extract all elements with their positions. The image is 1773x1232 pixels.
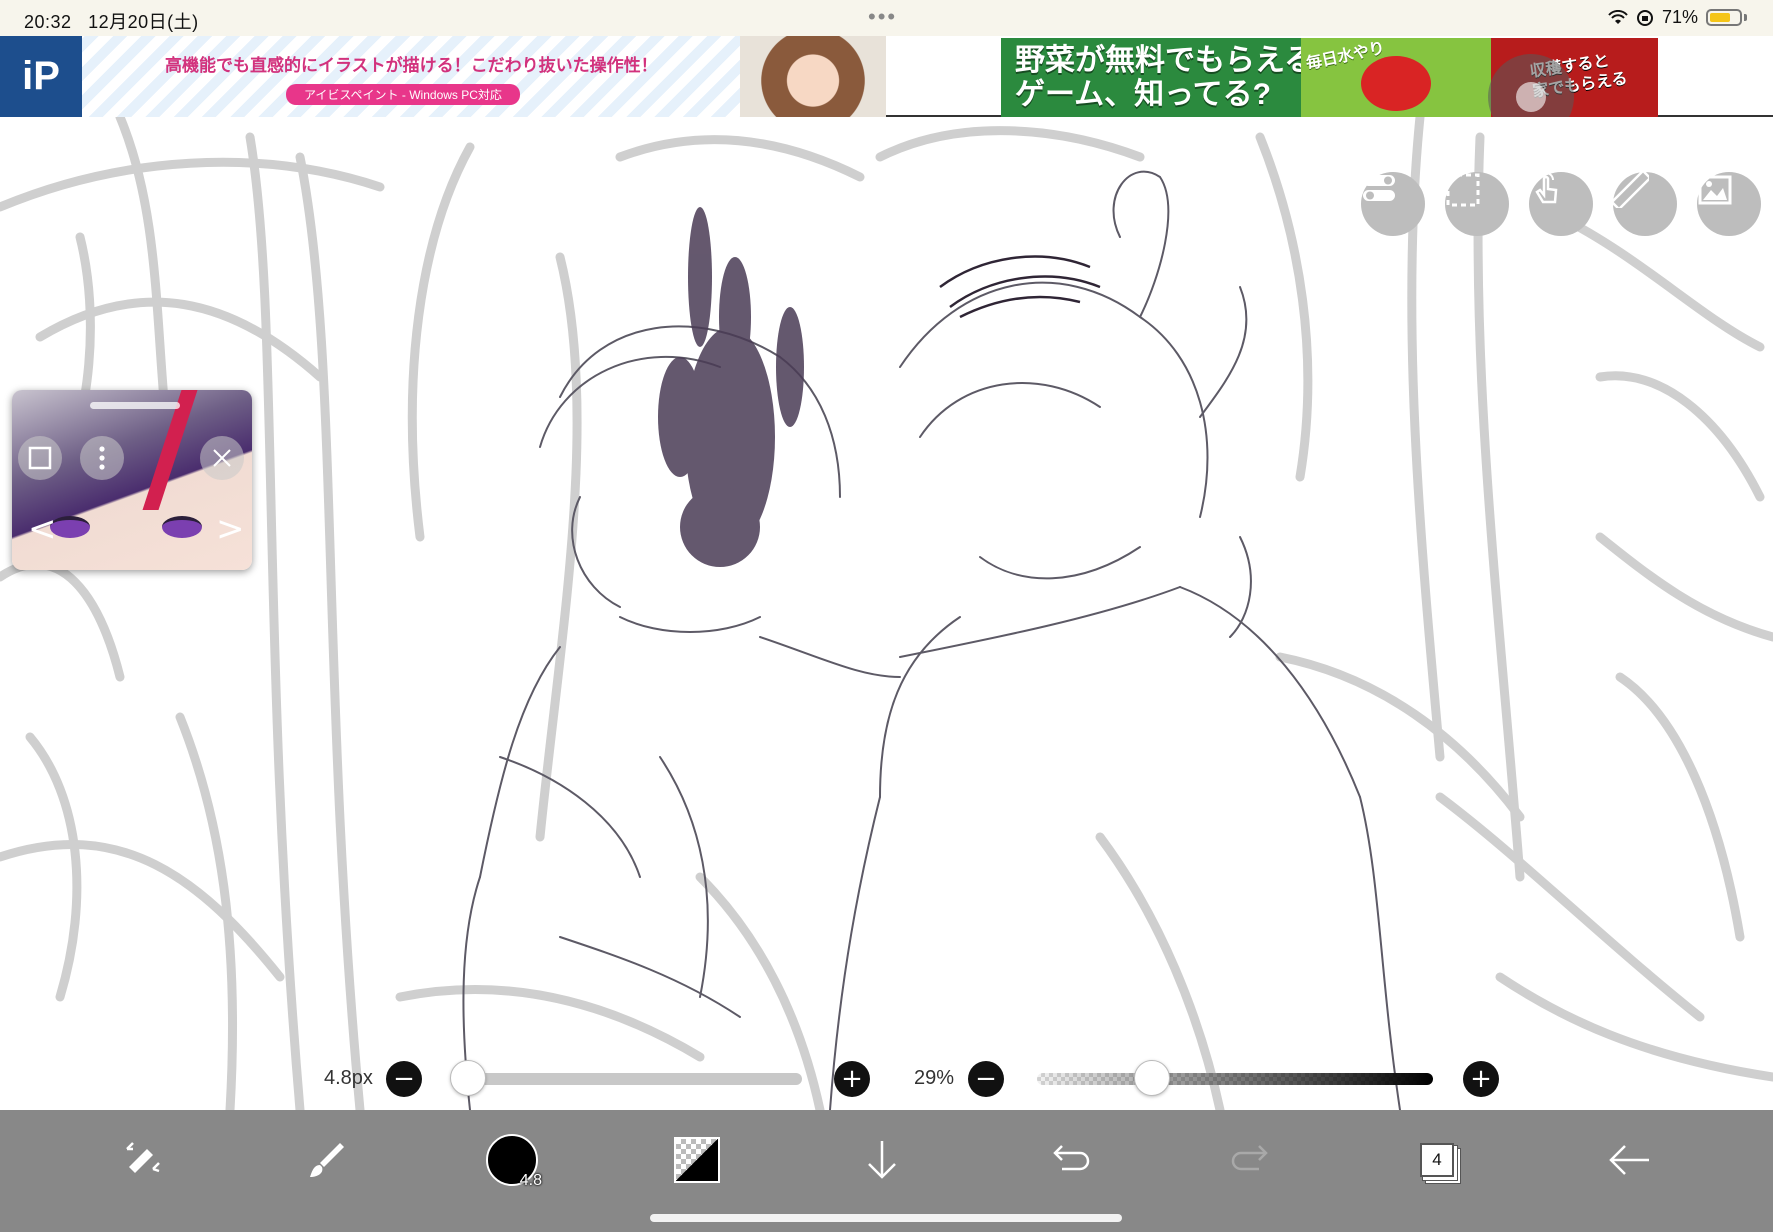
brush-size-slider[interactable] — [468, 1073, 802, 1085]
status-bar: 20:32 12月20日(土) ••• 71% — [0, 0, 1773, 36]
date-text: 12月20日(土) — [88, 12, 199, 32]
download-arrow-icon — [868, 1141, 896, 1179]
rotation-lock-icon — [1636, 9, 1653, 26]
battery-percent: 71% — [1661, 7, 1698, 27]
selection-icon — [1446, 173, 1480, 207]
opacity-label: 29% — [914, 1067, 955, 1089]
color-swatch-button[interactable] — [665, 1128, 729, 1192]
layers-icon: 4 — [1420, 1143, 1454, 1177]
battery-tip — [1744, 14, 1747, 21]
ad-character-image — [740, 36, 886, 117]
undo-button[interactable] — [1035, 1128, 1099, 1192]
toggle-icon — [1363, 175, 1395, 201]
reference-menu-button[interactable] — [80, 436, 124, 480]
redo-icon — [1231, 1145, 1268, 1171]
square-icon — [28, 446, 52, 470]
undo-icon — [1053, 1145, 1090, 1171]
battery-fill — [1710, 13, 1730, 22]
time-text: 20:32 — [24, 12, 72, 32]
reference-right-eye — [162, 516, 202, 538]
opacity-slider-thumb[interactable] — [1134, 1060, 1170, 1096]
reference-prev-button[interactable]: < — [28, 512, 57, 546]
ibis-paint-logo: iP — [0, 36, 82, 117]
minus-icon: − — [393, 1064, 415, 1094]
brush-size-increase-button[interactable]: + — [834, 1061, 870, 1097]
opacity-decrease-button[interactable]: − — [968, 1061, 1004, 1097]
brush-size-label: 4.8px — [324, 1067, 373, 1089]
hand-icon — [1535, 172, 1558, 204]
multitasking-dots[interactable]: ••• — [868, 4, 897, 30]
selection-button[interactable] — [1445, 172, 1509, 236]
layers-button[interactable]: 4 — [1405, 1128, 1469, 1192]
layer-count: 4 — [1432, 1150, 1442, 1169]
ad-ibis-paint[interactable]: iP 高機能でも直感的にイラストが描ける！こだわり抜いた操作性！ アイビスペイン… — [0, 36, 886, 117]
ad-left-subtitle: アイビスペイント - Windows PC対応 — [286, 84, 520, 105]
toggle-button[interactable] — [1361, 172, 1425, 236]
brush-tool-button[interactable] — [295, 1128, 359, 1192]
plus-icon: + — [1470, 1064, 1492, 1094]
redo-button[interactable] — [1222, 1128, 1286, 1192]
strawberry-image — [1361, 56, 1431, 111]
brush-size-decrease-button[interactable]: − — [386, 1061, 422, 1097]
reference-close-button[interactable] — [200, 436, 244, 480]
brush-icon — [310, 1143, 344, 1177]
minus-icon: − — [975, 1064, 997, 1094]
brush-size-slider-thumb[interactable] — [450, 1060, 486, 1096]
back-button[interactable] — [1598, 1128, 1662, 1192]
color-swatch — [674, 1137, 720, 1183]
battery-icon — [1706, 9, 1742, 26]
more-vertical-icon — [99, 446, 105, 470]
sketch-artwork — [0, 117, 1773, 1110]
brush-size-circle: 4.8 — [486, 1134, 542, 1189]
transform-tool-icon — [126, 1142, 160, 1173]
ad-left-title: 高機能でも直感的にイラストが描ける！こだわり抜いた操作性！ — [165, 56, 658, 75]
reference-next-button[interactable]: > — [216, 512, 245, 546]
touch-mode-button[interactable] — [1529, 172, 1593, 236]
status-icons: 71% — [1608, 7, 1747, 28]
opacity-increase-button[interactable]: + — [1463, 1061, 1499, 1097]
download-button[interactable] — [850, 1128, 914, 1192]
brush-size-value: 4.8 — [519, 1172, 542, 1189]
drawing-canvas[interactable] — [0, 117, 1773, 1110]
reference-drag-handle[interactable] — [90, 402, 180, 409]
ad-banner: iP 高機能でも直感的にイラストが描ける！こだわり抜いた操作性！ アイビスペイン… — [0, 36, 1773, 140]
reference-window[interactable]: < > — [12, 390, 252, 570]
brush-size-indicator[interactable]: 4.8 — [480, 1128, 544, 1192]
ruler-icon — [1613, 172, 1649, 208]
home-indicator[interactable] — [650, 1214, 1122, 1222]
reference-minimize-button[interactable] — [18, 436, 62, 480]
opacity-slider[interactable] — [1037, 1073, 1433, 1085]
ruler-button[interactable] — [1613, 172, 1677, 236]
close-icon — [213, 449, 231, 467]
back-arrow-icon — [1609, 1145, 1649, 1175]
reference-image-button[interactable] — [1697, 172, 1761, 236]
ad-right-headline: 野菜が無料でもらえる ゲーム、知ってる? — [1015, 44, 1315, 111]
reference-image-icon — [1698, 175, 1732, 205]
plus-icon: + — [841, 1064, 863, 1094]
status-time: 20:32 12月20日(土) — [24, 8, 199, 34]
wifi-icon — [1608, 9, 1628, 24]
transform-tool-button[interactable] — [110, 1128, 174, 1192]
